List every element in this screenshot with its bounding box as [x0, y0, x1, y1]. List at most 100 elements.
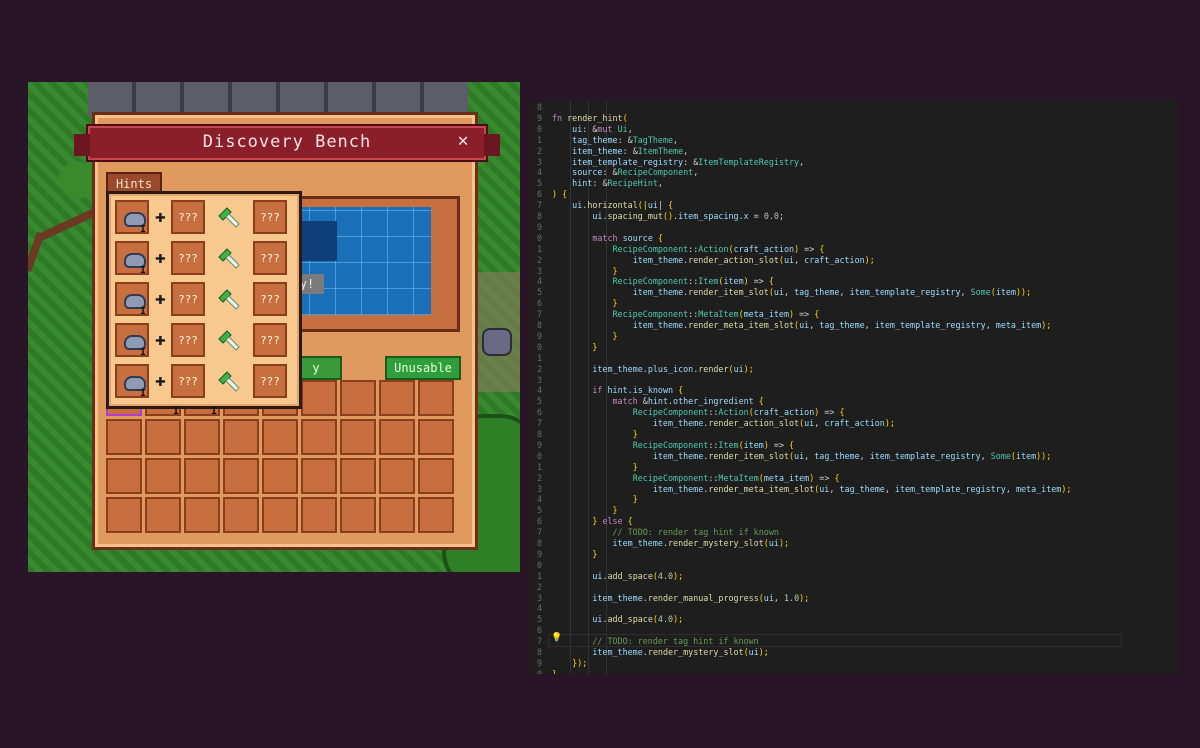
code-line[interactable]: 8 item_theme.render_mystery_slot(ui);: [530, 647, 1178, 658]
code-line[interactable]: 8 }: [530, 429, 1178, 440]
code-line[interactable]: 5 hint: &RecipeHint,: [530, 178, 1178, 189]
close-icon[interactable]: ✕: [452, 130, 474, 152]
inventory-slot[interactable]: [223, 497, 259, 533]
code-line[interactable]: 5 ui.add_space(4.0);: [530, 614, 1178, 625]
code-line[interactable]: 1 }: [530, 462, 1178, 473]
code-line[interactable]: 8: [530, 102, 1178, 113]
code-line[interactable]: 6 } else {: [530, 516, 1178, 527]
inventory-slot[interactable]: [145, 419, 181, 455]
code-line[interactable]: 6) {: [530, 189, 1178, 200]
code-line[interactable]: 2 item_theme.render_action_slot(ui, craf…: [530, 255, 1178, 266]
inventory-slot[interactable]: [418, 380, 454, 416]
inventory-slot[interactable]: [184, 497, 220, 533]
code-line[interactable]: 8 ui.spacing_mut().item_spacing.x = 0.0;: [530, 211, 1178, 222]
code-line[interactable]: 5 item_theme.render_item_slot(ui, tag_th…: [530, 287, 1178, 298]
code-line[interactable]: 9: [530, 222, 1178, 233]
mystery-slot[interactable]: ???: [171, 200, 205, 234]
inventory-slot[interactable]: [145, 497, 181, 533]
ingredient-slot[interactable]: I: [115, 282, 149, 317]
code-line[interactable]: 1 ui.add_space(4.0);: [530, 571, 1178, 582]
inventory-slot[interactable]: [106, 497, 142, 533]
code-line[interactable]: 9 RecipeComponent::Item(item) => {: [530, 440, 1178, 451]
code-line[interactable]: 9 }: [530, 331, 1178, 342]
inventory-slot[interactable]: [184, 458, 220, 494]
code-line[interactable]: 0: [530, 560, 1178, 571]
inventory-slot[interactable]: [418, 497, 454, 533]
inventory-slot[interactable]: [106, 419, 142, 455]
code-line[interactable]: 2 item_theme: &ItemTheme,: [530, 146, 1178, 157]
code-line[interactable]: 1: [530, 353, 1178, 364]
inventory-slot[interactable]: [301, 419, 337, 455]
code-line[interactable]: 0 }: [530, 342, 1178, 353]
mystery-slot[interactable]: ???: [253, 241, 287, 275]
code-line[interactable]: 7 // TODO: render tag hint if known: [530, 636, 1178, 647]
inventory-slot[interactable]: [340, 419, 376, 455]
inventory-slot[interactable]: [340, 380, 376, 416]
mystery-slot[interactable]: ???: [171, 323, 205, 357]
code-line[interactable]: 1 tag_theme: &TagTheme,: [530, 135, 1178, 146]
code-line[interactable]: 0 match source {: [530, 233, 1178, 244]
inventory-slot[interactable]: [340, 458, 376, 494]
inventory-slot[interactable]: [418, 458, 454, 494]
code-editor[interactable]: 💡 8 9 fn render_hint(0 ui: &mut Ui, 1 tag_t…: [530, 100, 1178, 674]
inventory-slot[interactable]: [223, 419, 259, 455]
code-line[interactable]: 0 ui: &mut Ui,: [530, 124, 1178, 135]
code-line[interactable]: 4 if hint.is_known {: [530, 385, 1178, 396]
code-line[interactable]: 9 });: [530, 658, 1178, 669]
code-line[interactable]: 2 item_theme.plus_icon.render(ui);: [530, 364, 1178, 375]
code-line[interactable]: 2 RecipeComponent::MetaItem(meta_item) =…: [530, 473, 1178, 484]
mystery-slot[interactable]: ???: [253, 323, 287, 357]
code-line[interactable]: 9 }: [530, 549, 1178, 560]
code-line[interactable]: 0}: [530, 669, 1178, 674]
mystery-slot[interactable]: ???: [253, 200, 287, 234]
mystery-slot[interactable]: ???: [171, 282, 205, 316]
unusable-button[interactable]: Unusable: [385, 356, 461, 380]
inventory-slot[interactable]: [301, 380, 337, 416]
inventory-slot[interactable]: [262, 458, 298, 494]
code-line[interactable]: 7 ui.horizontal(|ui| {: [530, 200, 1178, 211]
code-line[interactable]: 3: [530, 375, 1178, 386]
code-line[interactable]: 5 match &hint.other_ingredient {: [530, 396, 1178, 407]
ingredient-slot[interactable]: I: [115, 200, 149, 235]
code-line[interactable]: 4 source: &RecipeComponent,: [530, 167, 1178, 178]
code-line[interactable]: 6: [530, 625, 1178, 636]
ingredient-slot[interactable]: I: [115, 364, 149, 399]
inventory-slot[interactable]: [301, 458, 337, 494]
inventory-slot[interactable]: [379, 458, 415, 494]
code-line[interactable]: 8 item_theme.render_mystery_slot(ui);: [530, 538, 1178, 549]
code-line[interactable]: 0 item_theme.render_item_slot(ui, tag_th…: [530, 451, 1178, 462]
code-line[interactable]: 3 }: [530, 266, 1178, 277]
code-line[interactable]: 1 RecipeComponent::Action(craft_action) …: [530, 244, 1178, 255]
mystery-slot[interactable]: ???: [171, 364, 205, 398]
inventory-slot[interactable]: [301, 497, 337, 533]
ingredient-slot[interactable]: I: [115, 323, 149, 358]
code-line[interactable]: 3 item_template_registry: &ItemTemplateR…: [530, 157, 1178, 168]
inventory-slot[interactable]: [262, 497, 298, 533]
code-line[interactable]: 3 item_theme.render_manual_progress(ui, …: [530, 593, 1178, 604]
code-line[interactable]: 2: [530, 582, 1178, 593]
inventory-slot[interactable]: [184, 419, 220, 455]
ingredient-slot[interactable]: I: [115, 241, 149, 276]
inventory-slot[interactable]: [262, 419, 298, 455]
code-line[interactable]: 7 // TODO: render tag hint if known: [530, 527, 1178, 538]
code-line[interactable]: 7 item_theme.render_action_slot(ui, craf…: [530, 418, 1178, 429]
code-line[interactable]: 4: [530, 603, 1178, 614]
inventory-slot[interactable]: [223, 458, 259, 494]
mystery-slot[interactable]: ???: [253, 282, 287, 316]
inventory-slot[interactable]: [379, 380, 415, 416]
mystery-slot[interactable]: ???: [171, 241, 205, 275]
code-line[interactable]: 8 item_theme.render_meta_item_slot(ui, t…: [530, 320, 1178, 331]
inventory-slot[interactable]: [106, 458, 142, 494]
inventory-slot[interactable]: [379, 419, 415, 455]
code-line[interactable]: 6 }: [530, 298, 1178, 309]
inventory-slot[interactable]: [145, 458, 181, 494]
mystery-slot[interactable]: ???: [253, 364, 287, 398]
code-line[interactable]: 3 item_theme.render_meta_item_slot(ui, t…: [530, 484, 1178, 495]
inventory-slot[interactable]: [379, 497, 415, 533]
inventory-slot[interactable]: [418, 419, 454, 455]
inventory-slot[interactable]: [340, 497, 376, 533]
code-line[interactable]: 5 }: [530, 505, 1178, 516]
code-line[interactable]: 6 RecipeComponent::Action(craft_action) …: [530, 407, 1178, 418]
code-line[interactable]: 4 }: [530, 494, 1178, 505]
code-line[interactable]: 9 fn render_hint(: [530, 113, 1178, 124]
